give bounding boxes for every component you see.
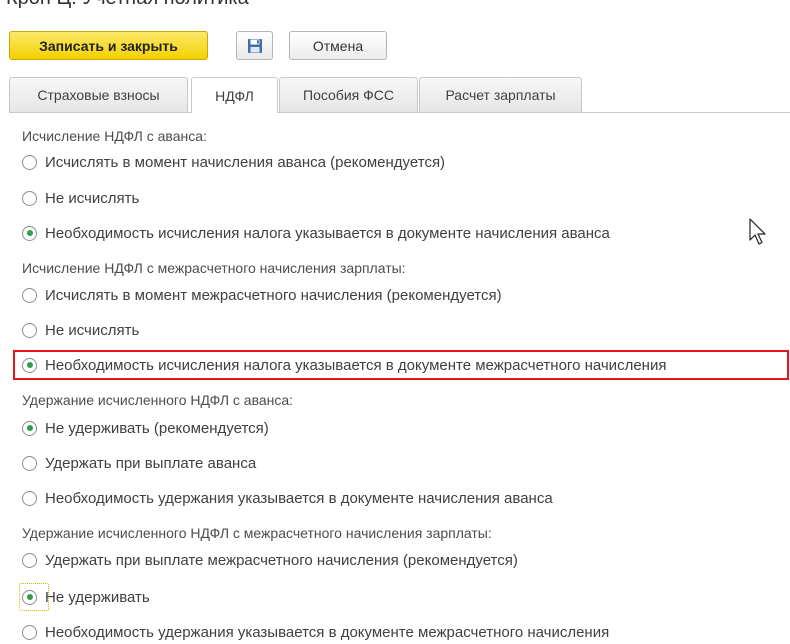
radio-option[interactable]: Необходимость удержания указывается в до… xyxy=(22,621,609,643)
option-label: Необходимость исчисления налога указывае… xyxy=(45,224,610,242)
option-label: Не исчислять xyxy=(45,189,140,207)
save-button[interactable] xyxy=(236,31,273,60)
option-label: Не удерживать xyxy=(45,588,150,606)
radio-button-selected[interactable] xyxy=(22,420,37,436)
group-title: Исчисление НДФЛ с межрасчетного начислен… xyxy=(22,260,406,276)
radio-button-selected[interactable] xyxy=(22,357,37,373)
radio-button[interactable] xyxy=(22,322,37,338)
floppy-disk-icon xyxy=(247,38,262,53)
radio-button[interactable] xyxy=(22,624,37,640)
mouse-pointer-icon xyxy=(749,218,766,245)
option-label: Необходимость исчисления налога указывае… xyxy=(45,356,667,374)
radio-button-selected[interactable] xyxy=(22,589,37,605)
option-label: Удержать при выплате аванса xyxy=(45,454,257,472)
option-label: Исчислять в момент межрасчетного начисле… xyxy=(45,286,502,304)
group-title: Удержание исчисленного НДФЛ с межрасчетн… xyxy=(22,525,492,541)
tab-bar: Страховые взносы НДФЛ Пособия ФСС Расчет… xyxy=(9,77,790,113)
radio-button[interactable] xyxy=(22,455,37,471)
radio-option[interactable]: Необходимость исчисления налога указывае… xyxy=(22,354,666,376)
option-label: Не удерживать (рекомендуется) xyxy=(45,419,269,437)
radio-button[interactable] xyxy=(22,552,37,568)
option-label: Исчислять в момент начисления аванса (ре… xyxy=(45,153,446,171)
radio-button[interactable] xyxy=(22,490,37,506)
radio-option[interactable]: Не исчислять xyxy=(22,187,139,209)
radio-button[interactable] xyxy=(22,154,37,170)
tab-ndfl[interactable]: НДФЛ xyxy=(191,77,278,113)
tab-insurance-contributions[interactable]: Страховые взносы xyxy=(9,77,188,112)
option-label: Необходимость удержания указывается в до… xyxy=(45,489,553,507)
tab-fss-benefits[interactable]: Пособия ФСС xyxy=(279,77,418,112)
radio-button[interactable] xyxy=(22,287,37,303)
option-label: Необходимость удержания указывается в до… xyxy=(45,623,610,641)
radio-option[interactable]: Удержать при выплате аванса xyxy=(22,452,256,474)
radio-option[interactable]: Удержать при выплате межрасчетного начис… xyxy=(22,549,518,571)
cancel-button[interactable]: Отмена xyxy=(289,31,387,60)
option-label: Не исчислять xyxy=(45,321,140,339)
group-title: Удержание исчисленного НДФЛ с аванса: xyxy=(22,392,294,408)
toolbar: Записать и закрыть Отмена xyxy=(0,0,790,70)
radio-option[interactable]: Необходимость удержания указывается в до… xyxy=(22,487,553,509)
ndfl-settings-panel: Исчисление НДФЛ с аванса: Исчислять в мо… xyxy=(0,113,790,644)
radio-option[interactable]: Необходимость исчисления налога указывае… xyxy=(22,222,610,244)
radio-button-selected[interactable] xyxy=(22,225,37,241)
save-and-close-button[interactable]: Записать и закрыть xyxy=(9,31,208,60)
radio-option[interactable]: Не исчислять xyxy=(22,319,139,341)
radio-button[interactable] xyxy=(22,190,37,206)
group-title: Исчисление НДФЛ с аванса: xyxy=(22,128,207,144)
radio-option[interactable]: Не удерживать xyxy=(22,586,150,608)
radio-option[interactable]: Не удерживать (рекомендуется) xyxy=(22,417,269,439)
tab-payroll[interactable]: Расчет зарплаты xyxy=(419,77,582,112)
radio-option[interactable]: Исчислять в момент начисления аванса (ре… xyxy=(22,151,445,173)
option-label: Удержать при выплате межрасчетного начис… xyxy=(45,551,518,569)
radio-option[interactable]: Исчислять в момент межрасчетного начисле… xyxy=(22,284,502,306)
